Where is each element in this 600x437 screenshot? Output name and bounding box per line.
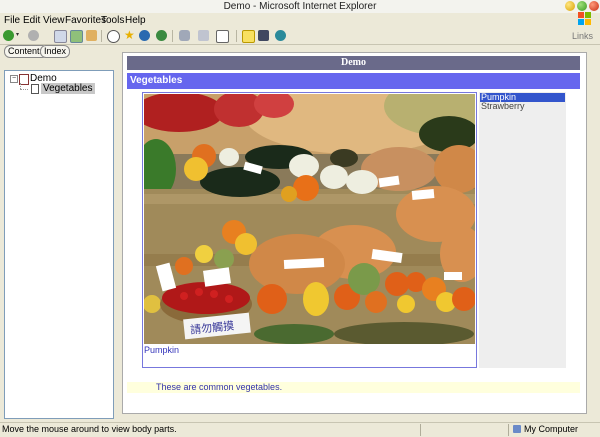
- section-heading: Vegetables: [127, 73, 580, 89]
- contents-tree: − Demo Vegetables: [4, 70, 114, 419]
- security-zone: My Computer: [524, 424, 579, 434]
- media-icon[interactable]: [139, 30, 150, 41]
- item-list: Pumpkin Strawberry: [479, 92, 566, 368]
- close-button[interactable]: [589, 1, 599, 11]
- status-message: Move the mouse around to view body parts…: [2, 424, 177, 434]
- history-icon[interactable]: [156, 30, 167, 41]
- page-banner: Demo: [127, 56, 580, 70]
- toolbar: ▾ ★ Links: [0, 28, 600, 45]
- computer-zone-icon: [513, 425, 521, 433]
- minimize-button[interactable]: [565, 1, 575, 11]
- description-note: These are common vegetables.: [127, 382, 580, 393]
- vegetable-photo[interactable]: 請勿觸摸: [144, 94, 475, 344]
- maximize-button[interactable]: [577, 1, 587, 11]
- discuss-icon[interactable]: [242, 30, 255, 43]
- page-icon: [31, 84, 39, 94]
- back-icon[interactable]: [3, 30, 14, 41]
- tree-node-vegetables[interactable]: Vegetables: [41, 83, 95, 94]
- stop-icon[interactable]: [54, 30, 67, 43]
- research-icon[interactable]: [258, 30, 269, 41]
- expand-icon[interactable]: −: [10, 75, 18, 83]
- messenger-icon[interactable]: [275, 30, 286, 41]
- navigation-pane: Contents Index − Demo Vegetables: [0, 45, 118, 422]
- toolbar-separator: [101, 30, 102, 42]
- tab-index[interactable]: Index: [40, 45, 71, 58]
- refresh-icon[interactable]: [70, 30, 83, 43]
- windows-logo-icon: [578, 12, 592, 26]
- list-item-strawberry[interactable]: Strawberry: [480, 102, 565, 111]
- home-icon[interactable]: [86, 30, 97, 41]
- back-dropdown-icon[interactable]: ▾: [16, 30, 21, 41]
- favorites-icon[interactable]: ★: [124, 29, 135, 41]
- description-text: These are common vegetables.: [156, 382, 283, 392]
- menu-tools[interactable]: Tools: [101, 15, 124, 26]
- status-separator: [420, 424, 421, 436]
- menu-view[interactable]: View: [43, 15, 65, 26]
- content-pane: Demo Vegetables 請勿觸摸 Pumpkin Pumpkin Str…: [122, 52, 587, 414]
- status-bar: Move the mouse around to view body parts…: [0, 422, 600, 437]
- menu-help[interactable]: Help: [125, 15, 146, 26]
- tree-line: [20, 89, 28, 90]
- links-button[interactable]: Links: [572, 31, 593, 41]
- mail-icon[interactable]: [179, 30, 190, 41]
- title-bar: Demo - Microsoft Internet Explorer: [0, 0, 600, 14]
- window-title: Demo - Microsoft Internet Explorer: [223, 1, 377, 12]
- forward-icon[interactable]: [28, 30, 39, 41]
- status-separator: [508, 424, 509, 436]
- toolbar-separator: [172, 30, 173, 42]
- search-icon[interactable]: [107, 30, 120, 43]
- menu-file[interactable]: File: [4, 15, 20, 26]
- image-caption: Pumpkin: [144, 345, 180, 355]
- image-panel: 請勿觸摸 Pumpkin: [142, 92, 477, 368]
- menu-edit[interactable]: Edit: [23, 15, 40, 26]
- print-icon[interactable]: [198, 30, 209, 41]
- menu-favorites[interactable]: Favorites: [65, 15, 106, 26]
- toolbar-separator: [236, 30, 237, 42]
- edit-icon[interactable]: [216, 30, 229, 43]
- menu-bar: File Edit View Favorites Tools Help: [0, 13, 600, 28]
